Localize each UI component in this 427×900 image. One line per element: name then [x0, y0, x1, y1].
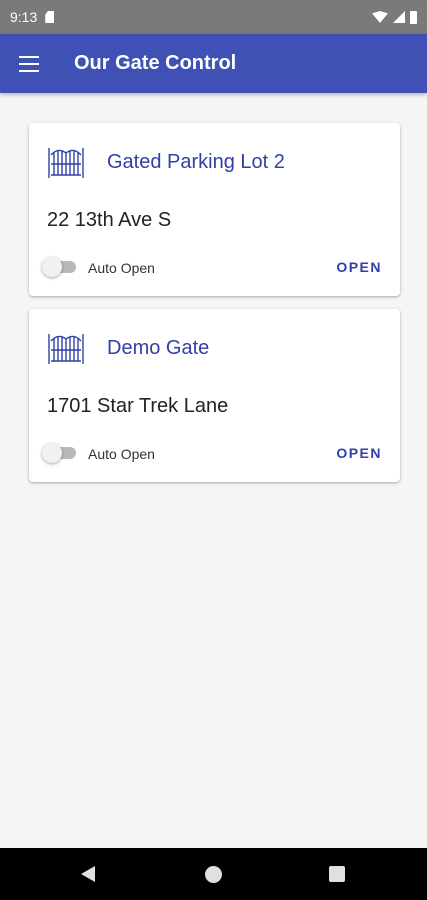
auto-open-label: Auto Open [88, 446, 155, 462]
app-bar: Our Gate Control [0, 34, 427, 93]
status-time: 9:13 [10, 9, 38, 25]
gate-card: Gated Parking Lot 2 22 13th Ave S Auto O… [29, 123, 400, 296]
toggle-thumb [42, 257, 62, 277]
app-title: Our Gate Control [74, 52, 237, 74]
open-button[interactable]: OPEN [336, 445, 382, 461]
gate-name: Demo Gate [107, 337, 210, 359]
auto-open-toggle[interactable] [42, 443, 76, 463]
open-button[interactable]: OPEN [336, 259, 382, 275]
auto-open-toggle[interactable] [42, 257, 76, 277]
toggle-thumb [42, 443, 62, 463]
status-left: 9:13 [10, 9, 55, 25]
menu-icon[interactable] [19, 55, 39, 72]
gate-icon [48, 334, 84, 364]
recents-icon[interactable] [329, 866, 345, 882]
status-bar: 9:13 [0, 0, 427, 34]
gate-address: 22 13th Ave S [47, 209, 172, 231]
auto-open-label: Auto Open [88, 260, 155, 276]
gate-card: Demo Gate 1701 Star Trek Lane Auto Open … [29, 309, 400, 482]
sd-card-icon [45, 11, 55, 23]
back-icon[interactable] [81, 866, 95, 882]
gate-name: Gated Parking Lot 2 [107, 151, 285, 173]
navigation-bar [0, 848, 427, 900]
status-right [372, 10, 417, 24]
gate-icon [48, 148, 84, 178]
gate-address: 1701 Star Trek Lane [47, 395, 229, 417]
battery-icon [410, 10, 417, 24]
gate-list: Gated Parking Lot 2 22 13th Ave S Auto O… [0, 93, 427, 848]
home-icon[interactable] [205, 866, 222, 883]
wifi-icon [372, 11, 388, 23]
signal-icon [393, 11, 405, 23]
